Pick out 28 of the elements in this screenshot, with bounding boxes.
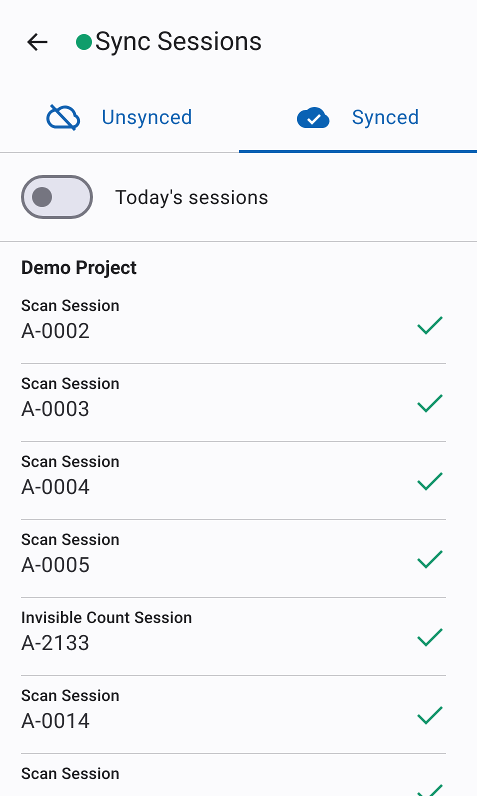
session-type: Scan Session (21, 686, 121, 705)
session-row[interactable]: Scan Session A-0002 (21, 286, 446, 364)
session-row[interactable]: Invisible Count Session A-2133 (21, 598, 446, 676)
cloud-off-icon (46, 102, 82, 132)
session-type: Scan Session (21, 296, 121, 315)
session-type: Scan Session (21, 530, 121, 549)
session-row[interactable]: Scan Session A-0004 (21, 442, 446, 520)
session-code: A-0004 (21, 476, 92, 500)
session-row[interactable]: Scan Session A-0005 (21, 520, 446, 598)
session-type: Invisible Count Session (21, 608, 194, 627)
tab[interactable]: Unsynced (0, 84, 238, 153)
session-type: Scan Session (21, 452, 121, 471)
status-dot (76, 34, 92, 50)
toggle-switch[interactable] (21, 175, 93, 219)
toggle-label: Today's sessions (115, 186, 269, 208)
session-row[interactable]: Scan Session A-0014 (21, 676, 446, 754)
session-row[interactable]: Scan Session A-0003 (21, 364, 446, 442)
session-code: A-0014 (21, 710, 92, 734)
page-title: Sync Sessions (95, 27, 262, 57)
session-type: Scan Session (21, 764, 121, 783)
session-row[interactable]: Scan Session (21, 754, 446, 796)
session-code: A-0002 (21, 320, 92, 344)
session-code: A-2133 (21, 632, 92, 656)
tab[interactable]: Synced (238, 84, 477, 153)
session-code: A-0003 (21, 398, 92, 422)
session-code: A-0005 (21, 554, 92, 578)
group-title: Demo Project (20, 255, 138, 281)
session-type: Scan Session (21, 374, 121, 393)
